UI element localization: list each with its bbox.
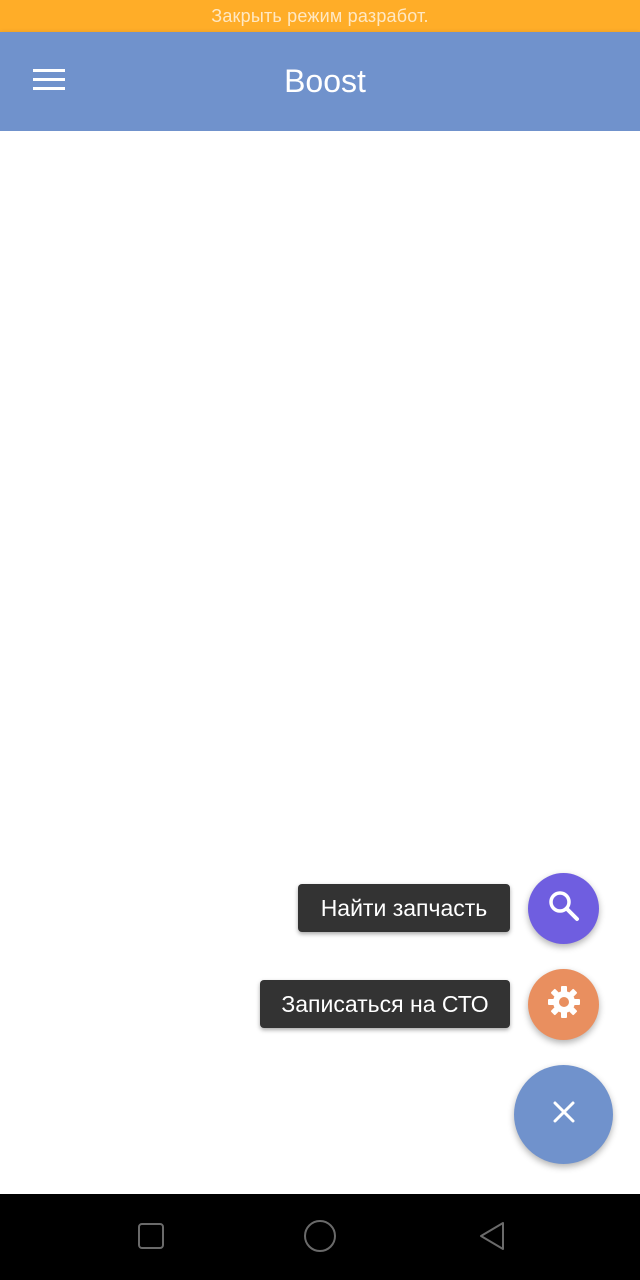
search-icon [547, 889, 581, 928]
close-fab-menu-button[interactable] [514, 1065, 613, 1164]
back-icon [477, 1220, 507, 1257]
back-button[interactable] [462, 1208, 522, 1268]
recent-apps-button[interactable] [121, 1208, 181, 1268]
book-service-label[interactable]: Записаться на СТО [260, 980, 510, 1028]
developer-mode-banner-text: Закрыть режим разработ. [211, 5, 429, 26]
find-part-button[interactable] [528, 873, 599, 944]
app-bar: Boost [0, 32, 640, 131]
find-part-label[interactable]: Найти запчасть [298, 884, 510, 932]
close-icon [553, 1101, 575, 1128]
recent-apps-icon [137, 1222, 165, 1255]
app-title: Boost [284, 63, 366, 99]
home-icon [303, 1219, 337, 1258]
system-navigation-bar [0, 1194, 640, 1280]
home-button[interactable] [290, 1208, 350, 1268]
gear-icon [546, 984, 582, 1025]
book-service-button[interactable] [528, 969, 599, 1040]
developer-mode-banner[interactable]: Закрыть режим разработ. [0, 0, 640, 32]
